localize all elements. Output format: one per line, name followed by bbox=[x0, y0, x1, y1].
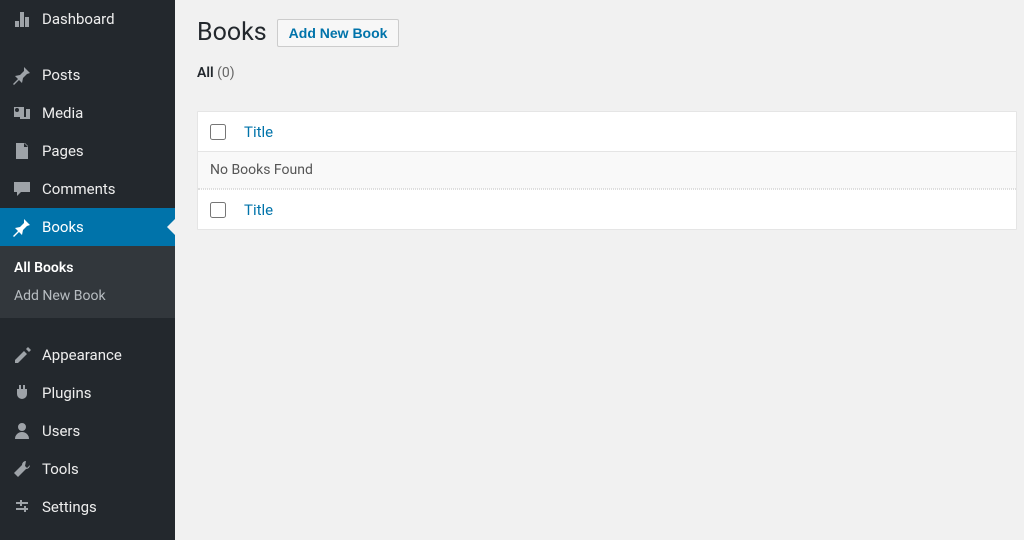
tool-icon bbox=[12, 459, 32, 479]
user-icon bbox=[12, 421, 32, 441]
sidebar-item-label: Pages bbox=[42, 142, 84, 160]
column-header-title[interactable]: Title bbox=[244, 123, 273, 141]
admin-sidebar: Dashboard Posts Media Pages Comments Boo… bbox=[0, 0, 175, 540]
sidebar-item-plugins[interactable]: Plugins bbox=[0, 374, 175, 412]
sidebar-item-pages[interactable]: Pages bbox=[0, 132, 175, 170]
sidebar-item-settings[interactable]: Settings bbox=[0, 488, 175, 526]
sidebar-submenu-books: All Books Add New Book bbox=[0, 246, 175, 318]
sidebar-item-appearance[interactable]: Appearance bbox=[0, 336, 175, 374]
filter-all-link[interactable]: All (0) bbox=[197, 65, 235, 81]
posts-table: Title No Books Found Title bbox=[197, 111, 1017, 230]
submenu-item-all-books[interactable]: All Books bbox=[0, 254, 175, 282]
main-content: Books Add New Book All (0) Title No Book… bbox=[175, 0, 1024, 540]
appearance-icon bbox=[12, 345, 32, 365]
sidebar-item-label: Comments bbox=[42, 180, 116, 198]
sidebar-item-media[interactable]: Media bbox=[0, 94, 175, 132]
table-footer-row: Title bbox=[198, 189, 1016, 229]
sidebar-item-label: Dashboard bbox=[42, 10, 115, 28]
pin-icon bbox=[12, 65, 32, 85]
sidebar-item-users[interactable]: Users bbox=[0, 412, 175, 450]
table-header-row: Title bbox=[198, 112, 1016, 152]
sidebar-item-label: Plugins bbox=[42, 384, 91, 402]
sidebar-item-label: Settings bbox=[42, 498, 97, 516]
sidebar-item-label: Users bbox=[42, 422, 80, 440]
page-header: Books Add New Book bbox=[197, 18, 1024, 47]
sidebar-item-label: Appearance bbox=[42, 346, 122, 364]
column-footer-title[interactable]: Title bbox=[244, 201, 273, 219]
dashboard-icon bbox=[12, 9, 32, 29]
sidebar-item-label: Media bbox=[42, 104, 83, 122]
sidebar-item-books[interactable]: Books bbox=[0, 208, 175, 246]
media-icon bbox=[12, 103, 32, 123]
select-all-checkbox-bottom[interactable] bbox=[210, 202, 226, 218]
settings-icon bbox=[12, 497, 32, 517]
list-filters: All (0) bbox=[197, 65, 1024, 81]
sidebar-item-tools[interactable]: Tools bbox=[0, 450, 175, 488]
page-title: Books bbox=[197, 18, 267, 47]
filter-all-count: (0) bbox=[217, 65, 235, 81]
page-icon bbox=[12, 141, 32, 161]
filter-all-label: All bbox=[197, 65, 214, 81]
comment-icon bbox=[12, 179, 32, 199]
select-all-checkbox-top[interactable] bbox=[210, 124, 226, 140]
add-new-button[interactable]: Add New Book bbox=[277, 19, 400, 47]
submenu-item-add-new-book[interactable]: Add New Book bbox=[0, 282, 175, 310]
sidebar-item-comments[interactable]: Comments bbox=[0, 170, 175, 208]
sidebar-item-label: Posts bbox=[42, 66, 80, 84]
sidebar-item-label: Tools bbox=[42, 460, 79, 478]
sidebar-item-label: Books bbox=[42, 218, 84, 236]
table-empty-row: No Books Found bbox=[198, 152, 1016, 189]
sidebar-item-posts[interactable]: Posts bbox=[0, 56, 175, 94]
plugin-icon bbox=[12, 383, 32, 403]
pin-icon bbox=[12, 217, 32, 237]
sidebar-item-dashboard[interactable]: Dashboard bbox=[0, 0, 175, 38]
